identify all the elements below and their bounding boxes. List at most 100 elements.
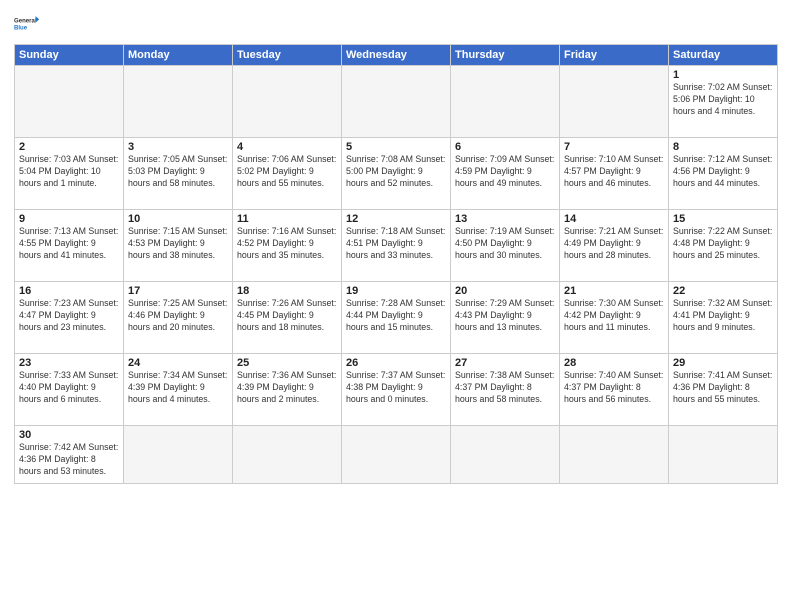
calendar-cell: 21Sunrise: 7:30 AM Sunset: 4:42 PM Dayli…	[560, 282, 669, 354]
calendar-cell: 10Sunrise: 7:15 AM Sunset: 4:53 PM Dayli…	[124, 210, 233, 282]
generalblue-logo-icon: GeneralBlue	[14, 10, 42, 38]
col-header-friday: Friday	[560, 45, 669, 66]
calendar-cell: 19Sunrise: 7:28 AM Sunset: 4:44 PM Dayli…	[342, 282, 451, 354]
day-info: Sunrise: 7:10 AM Sunset: 4:57 PM Dayligh…	[564, 154, 664, 190]
calendar-cell: 16Sunrise: 7:23 AM Sunset: 4:47 PM Dayli…	[15, 282, 124, 354]
day-info: Sunrise: 7:37 AM Sunset: 4:38 PM Dayligh…	[346, 370, 446, 406]
svg-text:General: General	[14, 19, 37, 25]
calendar-cell	[451, 426, 560, 484]
day-info: Sunrise: 7:36 AM Sunset: 4:39 PM Dayligh…	[237, 370, 337, 406]
calendar-cell: 5Sunrise: 7:08 AM Sunset: 5:00 PM Daylig…	[342, 138, 451, 210]
calendar-cell: 28Sunrise: 7:40 AM Sunset: 4:37 PM Dayli…	[560, 354, 669, 426]
day-info: Sunrise: 7:21 AM Sunset: 4:49 PM Dayligh…	[564, 226, 664, 262]
day-info: Sunrise: 7:02 AM Sunset: 5:06 PM Dayligh…	[673, 82, 773, 118]
day-info: Sunrise: 7:32 AM Sunset: 4:41 PM Dayligh…	[673, 298, 773, 334]
col-header-saturday: Saturday	[669, 45, 778, 66]
day-number: 8	[673, 141, 773, 153]
calendar-cell: 8Sunrise: 7:12 AM Sunset: 4:56 PM Daylig…	[669, 138, 778, 210]
calendar-table: SundayMondayTuesdayWednesdayThursdayFrid…	[14, 44, 778, 484]
calendar-cell	[669, 426, 778, 484]
day-number: 25	[237, 357, 337, 369]
calendar-cell: 29Sunrise: 7:41 AM Sunset: 4:36 PM Dayli…	[669, 354, 778, 426]
day-number: 29	[673, 357, 773, 369]
day-info: Sunrise: 7:03 AM Sunset: 5:04 PM Dayligh…	[19, 154, 119, 190]
calendar-cell: 18Sunrise: 7:26 AM Sunset: 4:45 PM Dayli…	[233, 282, 342, 354]
calendar-cell: 14Sunrise: 7:21 AM Sunset: 4:49 PM Dayli…	[560, 210, 669, 282]
day-info: Sunrise: 7:12 AM Sunset: 4:56 PM Dayligh…	[673, 154, 773, 190]
col-header-thursday: Thursday	[451, 45, 560, 66]
calendar-cell	[124, 426, 233, 484]
calendar-cell	[233, 66, 342, 138]
day-info: Sunrise: 7:23 AM Sunset: 4:47 PM Dayligh…	[19, 298, 119, 334]
col-header-monday: Monday	[124, 45, 233, 66]
day-number: 27	[455, 357, 555, 369]
day-info: Sunrise: 7:26 AM Sunset: 4:45 PM Dayligh…	[237, 298, 337, 334]
day-number: 12	[346, 213, 446, 225]
calendar-week-row: 30Sunrise: 7:42 AM Sunset: 4:36 PM Dayli…	[15, 426, 778, 484]
day-info: Sunrise: 7:18 AM Sunset: 4:51 PM Dayligh…	[346, 226, 446, 262]
calendar-cell	[342, 66, 451, 138]
calendar-cell	[233, 426, 342, 484]
day-info: Sunrise: 7:40 AM Sunset: 4:37 PM Dayligh…	[564, 370, 664, 406]
day-number: 26	[346, 357, 446, 369]
calendar-cell: 4Sunrise: 7:06 AM Sunset: 5:02 PM Daylig…	[233, 138, 342, 210]
day-number: 20	[455, 285, 555, 297]
day-number: 18	[237, 285, 337, 297]
day-number: 17	[128, 285, 228, 297]
calendar-cell	[15, 66, 124, 138]
day-number: 24	[128, 357, 228, 369]
calendar-week-row: 23Sunrise: 7:33 AM Sunset: 4:40 PM Dayli…	[15, 354, 778, 426]
page: GeneralBlue SundayMondayTuesdayWednesday…	[0, 0, 792, 612]
day-info: Sunrise: 7:08 AM Sunset: 5:00 PM Dayligh…	[346, 154, 446, 190]
col-header-wednesday: Wednesday	[342, 45, 451, 66]
calendar-cell: 3Sunrise: 7:05 AM Sunset: 5:03 PM Daylig…	[124, 138, 233, 210]
svg-text:Blue: Blue	[14, 26, 28, 32]
calendar-cell: 1Sunrise: 7:02 AM Sunset: 5:06 PM Daylig…	[669, 66, 778, 138]
calendar-cell	[342, 426, 451, 484]
day-info: Sunrise: 7:33 AM Sunset: 4:40 PM Dayligh…	[19, 370, 119, 406]
day-info: Sunrise: 7:29 AM Sunset: 4:43 PM Dayligh…	[455, 298, 555, 334]
calendar-week-row: 16Sunrise: 7:23 AM Sunset: 4:47 PM Dayli…	[15, 282, 778, 354]
calendar-cell: 11Sunrise: 7:16 AM Sunset: 4:52 PM Dayli…	[233, 210, 342, 282]
day-info: Sunrise: 7:25 AM Sunset: 4:46 PM Dayligh…	[128, 298, 228, 334]
calendar-week-row: 2Sunrise: 7:03 AM Sunset: 5:04 PM Daylig…	[15, 138, 778, 210]
day-info: Sunrise: 7:41 AM Sunset: 4:36 PM Dayligh…	[673, 370, 773, 406]
day-number: 10	[128, 213, 228, 225]
calendar-cell: 24Sunrise: 7:34 AM Sunset: 4:39 PM Dayli…	[124, 354, 233, 426]
calendar-cell: 26Sunrise: 7:37 AM Sunset: 4:38 PM Dayli…	[342, 354, 451, 426]
day-info: Sunrise: 7:22 AM Sunset: 4:48 PM Dayligh…	[673, 226, 773, 262]
calendar-cell	[124, 66, 233, 138]
day-number: 30	[19, 429, 119, 441]
day-number: 23	[19, 357, 119, 369]
day-number: 6	[455, 141, 555, 153]
day-number: 11	[237, 213, 337, 225]
day-info: Sunrise: 7:06 AM Sunset: 5:02 PM Dayligh…	[237, 154, 337, 190]
col-header-tuesday: Tuesday	[233, 45, 342, 66]
day-number: 28	[564, 357, 664, 369]
col-header-sunday: Sunday	[15, 45, 124, 66]
day-info: Sunrise: 7:19 AM Sunset: 4:50 PM Dayligh…	[455, 226, 555, 262]
calendar-cell	[560, 426, 669, 484]
day-number: 13	[455, 213, 555, 225]
day-number: 3	[128, 141, 228, 153]
day-number: 16	[19, 285, 119, 297]
calendar-week-row: 1Sunrise: 7:02 AM Sunset: 5:06 PM Daylig…	[15, 66, 778, 138]
calendar-cell	[560, 66, 669, 138]
calendar-cell: 2Sunrise: 7:03 AM Sunset: 5:04 PM Daylig…	[15, 138, 124, 210]
calendar-cell: 9Sunrise: 7:13 AM Sunset: 4:55 PM Daylig…	[15, 210, 124, 282]
day-number: 15	[673, 213, 773, 225]
day-number: 14	[564, 213, 664, 225]
day-info: Sunrise: 7:15 AM Sunset: 4:53 PM Dayligh…	[128, 226, 228, 262]
day-number: 4	[237, 141, 337, 153]
day-info: Sunrise: 7:38 AM Sunset: 4:37 PM Dayligh…	[455, 370, 555, 406]
day-info: Sunrise: 7:42 AM Sunset: 4:36 PM Dayligh…	[19, 442, 119, 478]
day-info: Sunrise: 7:34 AM Sunset: 4:39 PM Dayligh…	[128, 370, 228, 406]
calendar-cell: 6Sunrise: 7:09 AM Sunset: 4:59 PM Daylig…	[451, 138, 560, 210]
day-info: Sunrise: 7:13 AM Sunset: 4:55 PM Dayligh…	[19, 226, 119, 262]
calendar-cell: 13Sunrise: 7:19 AM Sunset: 4:50 PM Dayli…	[451, 210, 560, 282]
day-info: Sunrise: 7:16 AM Sunset: 4:52 PM Dayligh…	[237, 226, 337, 262]
calendar-cell: 27Sunrise: 7:38 AM Sunset: 4:37 PM Dayli…	[451, 354, 560, 426]
day-number: 22	[673, 285, 773, 297]
calendar-cell: 30Sunrise: 7:42 AM Sunset: 4:36 PM Dayli…	[15, 426, 124, 484]
day-number: 19	[346, 285, 446, 297]
